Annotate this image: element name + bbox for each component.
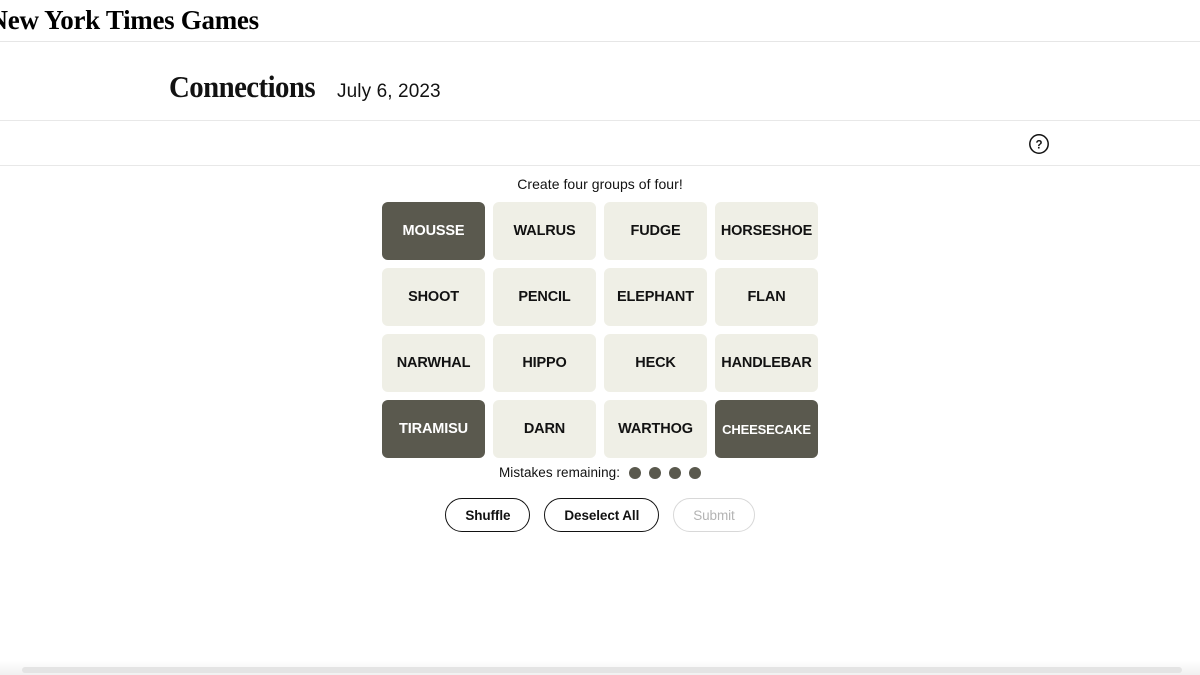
- mistakes-remaining: Mistakes remaining:: [0, 465, 1200, 480]
- mistakes-label: Mistakes remaining:: [499, 465, 620, 480]
- tile-grid: MOUSSE WALRUS FUDGE HORSESHOE SHOOT PENCIL ELE…: [382, 202, 818, 458]
- tile-walrus[interactable]: WALRUS: [493, 202, 596, 260]
- tile-hippo[interactable]: HIPPO: [493, 334, 596, 392]
- mistake-dot: [629, 466, 641, 479]
- game-toolbar: ?: [0, 122, 1200, 166]
- tile-flan[interactable]: FLAN: [715, 268, 818, 326]
- tile-warthog[interactable]: WARTHOG: [604, 400, 707, 458]
- shuffle-button[interactable]: Shuffle: [445, 498, 531, 532]
- game-action-buttons: Shuffle Deselect All Submit: [0, 498, 1200, 532]
- tile-shoot[interactable]: SHOOT: [382, 268, 485, 326]
- help-button[interactable]: ?: [1028, 133, 1050, 155]
- tile-pencil[interactable]: PENCIL: [493, 268, 596, 326]
- svg-text:?: ?: [1035, 139, 1042, 151]
- page-title: Connections: [169, 69, 316, 104]
- game-title-band: Connections July 6, 2023: [0, 43, 1200, 121]
- submit-button[interactable]: Submit: [673, 498, 755, 532]
- tile-mousse[interactable]: MOUSSE: [382, 202, 485, 260]
- question-mark-circle-icon: ?: [1028, 133, 1050, 155]
- puzzle-date: July 6, 2023: [337, 81, 441, 102]
- tile-heck[interactable]: HECK: [604, 334, 707, 392]
- game-board-area: Create four groups of four! MOUSSE WALRUS…: [0, 167, 1200, 675]
- mistake-dot: [669, 466, 681, 479]
- tile-narwhal[interactable]: NARWHAL: [382, 334, 485, 392]
- tile-fudge[interactable]: FUDGE: [604, 202, 707, 260]
- tile-elephant[interactable]: ELEPHANT: [604, 268, 707, 326]
- mistake-dot: [689, 466, 701, 479]
- deselect-all-button[interactable]: Deselect All: [544, 498, 660, 532]
- tile-cheesecake[interactable]: CHEESECAKE: [715, 400, 818, 458]
- tile-tiramisu[interactable]: TIRAMISU: [382, 400, 485, 458]
- mistake-dot: [649, 466, 661, 479]
- tile-darn[interactable]: DARN: [493, 400, 596, 458]
- scrollbar-thumb[interactable]: [22, 667, 1182, 673]
- mistake-dots: [629, 466, 701, 479]
- nyt-games-topbar: The New York Times Games: [0, 0, 1200, 42]
- horizontal-scrollbar[interactable]: [0, 661, 1200, 675]
- nyt-games-wordmark[interactable]: The New York Times Games: [0, 5, 259, 36]
- tile-horseshoe[interactable]: HORSESHOE: [715, 202, 818, 260]
- title-group: Connections July 6, 2023: [169, 69, 441, 105]
- tile-handlebar[interactable]: HANDLEBAR: [715, 334, 818, 392]
- instruction-text: Create four groups of four!: [517, 176, 683, 192]
